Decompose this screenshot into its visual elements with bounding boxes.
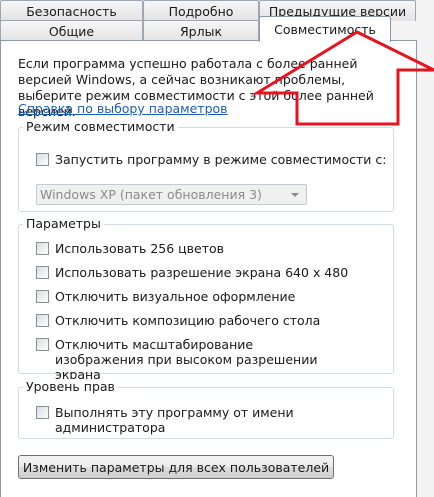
compatibility-mode-group: Режим совместимости Запустить программу … <box>18 119 394 212</box>
param-option: Отключить композицию рабочего стола <box>36 313 320 328</box>
properties-dialog: Безопасность Подробно Предыдущие версии … <box>0 0 434 497</box>
windows-version-select[interactable]: Windows XP (пакет обновления 3) <box>36 184 307 205</box>
parameters-group: Параметры Использовать 256 цветов Исполь… <box>18 216 394 382</box>
privilege-level-title: Уровень прав <box>23 379 118 394</box>
compatibility-mode-title: Режим совместимости <box>23 119 178 134</box>
param-option: Отключить масштабирование изображения пр… <box>36 337 326 382</box>
param-visual-themes-label: Отключить визуальное оформление <box>55 289 296 304</box>
chevron-down-icon <box>291 193 299 197</box>
tab-details[interactable]: Подробно <box>143 0 259 21</box>
tab-compatibility[interactable]: Совместимость <box>259 16 391 42</box>
param-desktop-composition-label: Отключить композицию рабочего стола <box>55 313 321 328</box>
compatibility-mode-option: Запустить программу в режиме совместимос… <box>36 152 386 167</box>
param-option: Использовать разрешение экрана 640 x 480 <box>36 265 348 280</box>
tab-general[interactable]: Общие <box>0 20 143 41</box>
param-dpi-scaling-checkbox[interactable] <box>36 338 49 351</box>
tab-security[interactable]: Безопасность <box>0 0 143 21</box>
param-dpi-scaling-label: Отключить масштабирование изображения пр… <box>55 337 318 382</box>
windows-version-value: Windows XP (пакет обновления 3) <box>40 187 262 202</box>
change-settings-all-users-button[interactable]: Изменить параметры для всех пользователе… <box>18 455 334 479</box>
privilege-option: Выполнять эту программу от имени админис… <box>36 405 393 435</box>
privilege-level-group: Уровень прав Выполнять эту программу от … <box>18 379 394 439</box>
run-as-admin-label: Выполнять эту программу от имени админис… <box>55 405 294 435</box>
param-640x480-checkbox[interactable] <box>36 266 49 279</box>
run-as-admin-checkbox[interactable] <box>36 406 49 419</box>
compatibility-mode-label: Запустить программу в режиме совместимос… <box>55 152 387 167</box>
parameters-title: Параметры <box>23 216 104 231</box>
param-option: Использовать 256 цветов <box>36 241 224 256</box>
compatibility-panel: Если программа успешно работала с более … <box>0 40 417 497</box>
compatibility-mode-checkbox[interactable] <box>36 153 49 166</box>
tab-row-front: Общие Ярлык Совместимость <box>0 16 391 42</box>
param-256-colors-checkbox[interactable] <box>36 242 49 255</box>
param-640x480-label: Использовать разрешение экрана 640 x 480 <box>55 265 349 280</box>
param-visual-themes-checkbox[interactable] <box>36 290 49 303</box>
param-256-colors-label: Использовать 256 цветов <box>55 241 225 256</box>
tab-shortcut[interactable]: Ярлык <box>143 20 259 41</box>
param-desktop-composition-checkbox[interactable] <box>36 314 49 327</box>
help-link[interactable]: Справка по выбору параметров <box>18 101 228 116</box>
param-option: Отключить визуальное оформление <box>36 289 295 304</box>
